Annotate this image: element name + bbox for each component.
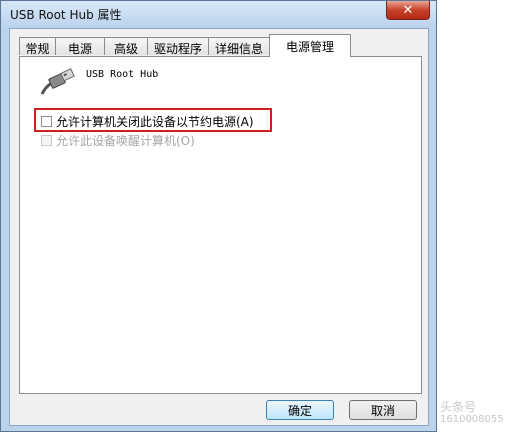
tab-details[interactable]: 详细信息 bbox=[208, 37, 270, 56]
watermark-account: 头条号 bbox=[440, 400, 477, 414]
close-button[interactable]: ✕ bbox=[386, 1, 430, 20]
allow-turn-off-checkbox[interactable] bbox=[41, 116, 52, 127]
watermark-id: 1610008055 bbox=[440, 414, 504, 425]
usb-cable-icon bbox=[40, 68, 76, 99]
device-name: USB Root Hub bbox=[86, 69, 159, 80]
tab-driver[interactable]: 驱动程序 bbox=[147, 37, 209, 56]
tab-power[interactable]: 电源 bbox=[55, 37, 105, 56]
power-management-panel bbox=[19, 56, 422, 394]
window-title: USB Root Hub 属性 bbox=[10, 8, 122, 22]
tab-power-management[interactable]: 电源管理 bbox=[269, 34, 351, 57]
ok-button[interactable]: 确定 bbox=[266, 400, 334, 420]
allow-wake-label: 允许此设备唤醒计算机(O) bbox=[56, 134, 195, 148]
allow-turn-off-label: 允许计算机关闭此设备以节约电源(A) bbox=[56, 115, 254, 129]
close-icon: ✕ bbox=[402, 2, 414, 18]
allow-wake-checkbox bbox=[41, 135, 52, 146]
allow-turn-off-option[interactable]: 允许计算机关闭此设备以节约电源(A) bbox=[41, 113, 254, 130]
title-bar[interactable]: USB Root Hub 属性 ✕ bbox=[1, 1, 436, 27]
tab-advanced[interactable]: 高级 bbox=[104, 37, 148, 56]
tab-general[interactable]: 常规 bbox=[19, 37, 56, 56]
cancel-button[interactable]: 取消 bbox=[349, 400, 417, 420]
allow-wake-option: 允许此设备唤醒计算机(O) bbox=[41, 132, 195, 149]
